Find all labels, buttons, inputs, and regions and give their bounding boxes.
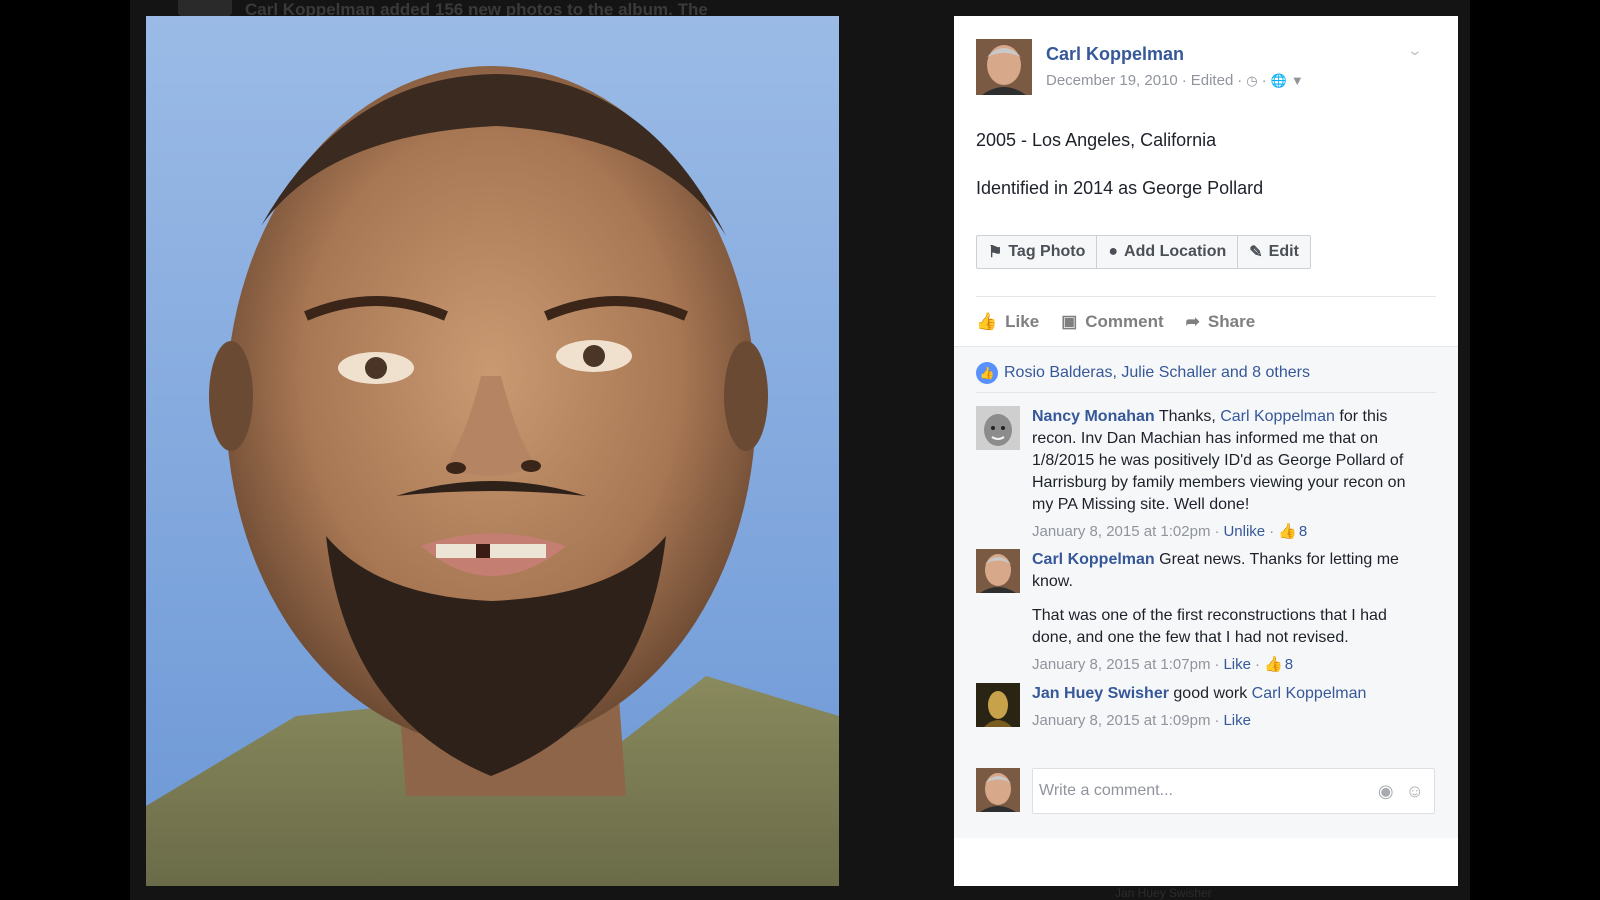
edited-label[interactable]: Edited <box>1191 72 1234 89</box>
unlike-link[interactable]: Unlike <box>1223 521 1265 543</box>
comment-text: Carl Koppelman Great news. Thanks for le… <box>1032 549 1427 593</box>
add-location-label: Add Location <box>1124 243 1227 260</box>
comment-mention[interactable]: Carl Koppelman <box>1220 408 1335 425</box>
reactions-summary[interactable]: 👍 Rosio Balderas, Julie Schaller and 8 o… <box>976 362 1310 384</box>
share-button[interactable]: ➦ Share <box>1186 312 1256 332</box>
camera-icon[interactable]: ◉ <box>1378 781 1394 802</box>
meta-separator: · <box>1181 72 1187 89</box>
tag-photo-label: Tag Photo <box>1008 243 1086 260</box>
author-avatar[interactable] <box>976 39 1032 95</box>
caret-down-icon[interactable]: ▼ <box>1291 73 1304 88</box>
comment-button[interactable]: ▣ Comment <box>1061 312 1163 332</box>
post-caption-location: 2005 - Los Angeles, California <box>976 130 1217 150</box>
tag-icon: ⚑ <box>988 244 1003 261</box>
comment-like-count[interactable]: 👍 8 <box>1264 654 1293 676</box>
edit-button[interactable]: ✎ Edit <box>1238 236 1310 268</box>
meta-separator: · <box>1214 656 1220 673</box>
comment-text-part: Thanks, <box>1154 408 1221 425</box>
comment-timestamp[interactable]: January 8, 2015 at 1:07pm <box>1032 654 1210 676</box>
comment-like-count-value: 8 <box>1298 523 1308 540</box>
meta-separator: · <box>1214 712 1220 729</box>
post-meta: December 19, 2010 · Edited · ◷ · 🌐 ▼ <box>1046 72 1304 89</box>
post-caption-identified: Identified in 2014 as George Pollard <box>976 178 1264 198</box>
composer-icons: ◉ ☺ <box>1378 781 1424 802</box>
composer-avatar <box>976 768 1020 812</box>
comment-text-part: good work <box>1168 685 1252 702</box>
pencil-icon: ✎ <box>1249 244 1263 261</box>
reconstruction-image <box>146 66 839 886</box>
share-arrow-icon: ➦ <box>1185 312 1200 331</box>
meta-separator: · <box>1261 72 1267 89</box>
meta-separator: · <box>1237 72 1243 89</box>
comment-text: Jan Huey Swisher good work Carl Koppelma… <box>1032 683 1427 705</box>
chevron-down-icon[interactable]: ⌄ <box>1407 42 1423 59</box>
globe-icon[interactable]: 🌐 <box>1271 73 1287 89</box>
clock-icon: ◷ <box>1246 72 1258 88</box>
like-reaction-icon: 👍 <box>976 362 998 384</box>
commenter-avatar[interactable] <box>976 406 1020 450</box>
post-detail-panel: Carl Koppelman December 19, 2010 · Edite… <box>954 16 1458 886</box>
add-location-button[interactable]: ● Add Location <box>1097 236 1239 268</box>
share-label: Share <box>1207 312 1256 331</box>
comment-author[interactable]: Jan Huey Swisher <box>1032 685 1169 702</box>
like-label: Like <box>1005 312 1040 331</box>
thumbs-up-icon: 👍 <box>1264 656 1283 673</box>
post-date[interactable]: December 19, 2010 <box>1046 72 1178 89</box>
commenter-avatar[interactable] <box>976 683 1020 727</box>
comment-mention[interactable]: Carl Koppelman <box>1252 685 1367 702</box>
comment-composer: Write a comment... ◉ ☺ <box>976 768 1436 814</box>
like-link[interactable]: Like <box>1223 654 1251 676</box>
photo-actions-group: ⚑ Tag Photo ● Add Location ✎ Edit <box>976 235 1311 269</box>
thumbs-up-icon: 👍 <box>976 312 998 331</box>
post-header-section: Carl Koppelman December 19, 2010 · Edite… <box>954 16 1458 346</box>
comment-text-paragraph: That was one of the first reconstruction… <box>1032 607 1387 646</box>
comment-author[interactable]: Carl Koppelman <box>1032 551 1155 568</box>
speech-bubble-icon: ▣ <box>1061 312 1078 331</box>
divider <box>976 296 1436 297</box>
like-button[interactable]: 👍 Like <box>976 312 1039 332</box>
comment-body: Carl Koppelman Great news. Thanks for le… <box>1032 549 1427 676</box>
tag-photo-button[interactable]: ⚑ Tag Photo <box>977 236 1098 268</box>
thumbs-up-icon: 👍 <box>1278 523 1297 540</box>
comment-meta: January 8, 2015 at 1:07pm · Like · 👍 8 <box>1032 654 1427 676</box>
reactions-names[interactable]: Rosio Balderas, Julie Schaller and 8 oth… <box>1004 364 1310 382</box>
photo-viewer[interactable] <box>146 16 839 886</box>
background-feed-footer: Jan Huey Swisher <box>1115 886 1212 900</box>
emoji-icon[interactable]: ☺ <box>1406 781 1424 802</box>
background-avatar <box>178 0 232 16</box>
comment-label: Comment <box>1085 312 1164 331</box>
meta-separator: · <box>1269 523 1275 540</box>
meta-separator: · <box>1214 523 1220 540</box>
meta-separator: · <box>1255 656 1260 673</box>
divider <box>976 392 1436 393</box>
comment-input[interactable]: Write a comment... <box>1032 768 1435 814</box>
comment-author[interactable]: Nancy Monahan <box>1032 408 1155 425</box>
comment-meta: January 8, 2015 at 1:02pm · Unlike · 👍 8 <box>1032 521 1427 543</box>
post-action-bar: 👍 Like ▣ Comment ➦ Share <box>976 312 1255 332</box>
comment-like-count[interactable]: 👍 8 <box>1278 521 1307 543</box>
comment-body: Jan Huey Swisher good work Carl Koppelma… <box>1032 683 1427 732</box>
comment-text: Nancy Monahan Thanks, Carl Koppelman for… <box>1032 406 1427 516</box>
edit-label: Edit <box>1268 243 1299 260</box>
comment-body: Nancy Monahan Thanks, Carl Koppelman for… <box>1032 406 1427 543</box>
comment-timestamp[interactable]: January 8, 2015 at 1:09pm <box>1032 710 1210 732</box>
post-author-name[interactable]: Carl Koppelman <box>1046 44 1184 65</box>
comment-like-count-value: 8 <box>1284 656 1294 673</box>
location-pin-icon: ● <box>1108 243 1119 260</box>
comment-timestamp[interactable]: January 8, 2015 at 1:02pm <box>1032 521 1210 543</box>
comment-meta: January 8, 2015 at 1:09pm · Like <box>1032 710 1427 732</box>
like-link[interactable]: Like <box>1223 710 1251 732</box>
commenter-avatar[interactable] <box>976 549 1020 593</box>
